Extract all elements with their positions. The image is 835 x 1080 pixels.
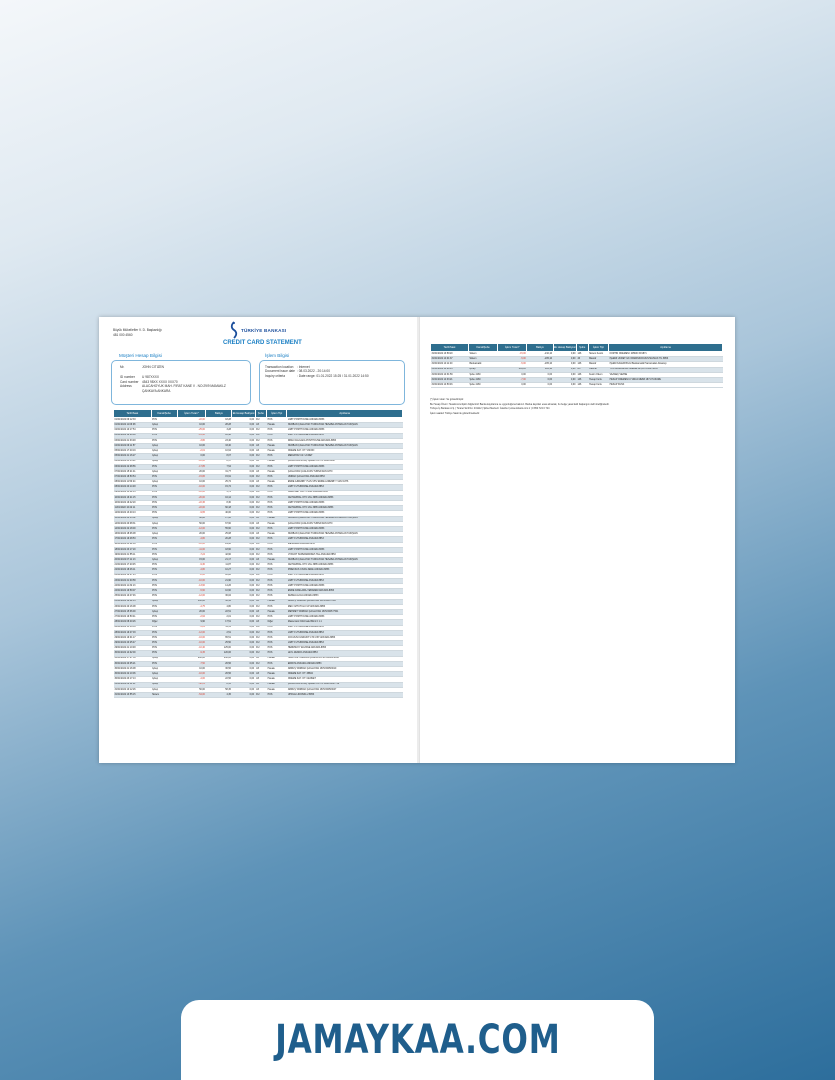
- customer-info-content: Mr. JOHN CITIZEN ID number U 987XXXX Card …: [120, 365, 234, 393]
- criteria-row: Inquiry criteria: Date range: 01.01.2022…: [265, 373, 369, 378]
- column-header: Tarih/Saat: [113, 409, 152, 418]
- table-cell: Hesap Kurtu: [588, 382, 609, 389]
- issuer-line-2: 481 000 4560: [113, 332, 133, 337]
- table-cell: 31/01/2022 13:55:15: [113, 692, 152, 699]
- column-header: Açıklama: [608, 343, 723, 352]
- bank-logo-icon: [230, 321, 238, 339]
- table-row: 31/01/2022 13:55:15 Sistem -54,00 4,45 0,00 D…: [113, 692, 403, 699]
- table-cell: 146: [576, 382, 589, 389]
- column-header: Şube: [575, 343, 589, 352]
- customer-name: JOHN CITIZEN: [142, 365, 164, 369]
- statement-page-1: Büyük Mükellefler V. D. Başkanlığı 481 0…: [99, 317, 417, 763]
- statement-sheet: Büyük Mükellefler V. D. Başkanlığı 481 0…: [99, 317, 735, 763]
- column-header: Bakiye: [526, 343, 554, 352]
- table-cell: 0,00: [231, 692, 256, 699]
- table-cell: UPFILE LIDINSKLU 8853: [286, 692, 403, 699]
- transactions-table-continued: Tarih/Saat Kanal/Şube İşlem Tutarı* Bakiye E…: [430, 343, 723, 389]
- table-cell: -54,00: [177, 692, 206, 699]
- column-header: Şube: [254, 409, 268, 418]
- watermark-banner: JAMAYKAA.COM: [181, 1000, 654, 1080]
- column-header: Bakiye: [205, 409, 233, 418]
- statement-info-content: Transaction location: Internet Document …: [265, 365, 369, 378]
- column-header: İşlem Tipi: [266, 409, 288, 418]
- column-header: Kanal/Şube: [150, 409, 178, 418]
- column-header: Açıklama: [286, 409, 403, 418]
- column-header: İşlem Tipi: [587, 343, 610, 352]
- column-header: Tarih/Saat: [430, 343, 469, 352]
- table-cell: POS: [266, 692, 287, 699]
- table-cell: HESAP KÜNK: [608, 382, 723, 389]
- table-cell: 31/01/2022 14:50:46: [430, 382, 469, 389]
- address-row: Address ALACAHOYUK MAH. FIRAT KANE V . NO…: [120, 384, 234, 393]
- watermark-text: JAMAYKAA.COM: [274, 1017, 561, 1063]
- table-row: 31/01/2022 14:50:46 Şube 4160 0,00 0,00 0,00…: [430, 382, 723, 389]
- column-header: Kanal/Şube: [467, 343, 499, 352]
- column-header: İşlem Tutarı*: [176, 409, 207, 418]
- table-header-row: Tarih/Saat Kanal/Şube İşlem Tutarı* Bakiye E…: [113, 409, 403, 418]
- bank-logo: TÜRKİYE BANKASI: [229, 321, 286, 339]
- table-cell: 0,00: [526, 382, 554, 389]
- note-line-4: İşlem saatleri Türkiye Saati ile gösteri…: [430, 411, 480, 415]
- table-body: 31/01/2022 13:59:20 Sistem -15,00 -210,10 0,…: [430, 351, 723, 389]
- statement-page-2: Tarih/Saat Kanal/Şube İşlem Tutarı* Bakiye E…: [419, 317, 735, 763]
- table-cell: Şube 4160: [468, 382, 498, 389]
- table-cell: 0,00: [553, 382, 577, 389]
- statement-info-box: Transaction location: Internet Document …: [259, 360, 405, 405]
- issuer-info: Büyük Mükellefler V. D. Başkanlığı 481 0…: [113, 328, 162, 337]
- statement-box-title: İşlem Bilgisi: [265, 353, 290, 358]
- statement-title: CREDIT CARD STATEMENT: [223, 340, 302, 346]
- customer-address: ALACAHOYUK MAH. FIRAT KANE V . NO:29/9 M…: [142, 384, 226, 393]
- table-cell: Sistem: [151, 692, 178, 699]
- table-cell: DU: [255, 692, 267, 699]
- table-body: 01/01/2022 09:12:33 POS -22,00 18,28 0,00 DU P…: [113, 417, 403, 699]
- customer-name-row: Mr. JOHN CITIZEN: [120, 365, 164, 369]
- column-header: İşlem Tutarı*: [497, 343, 528, 352]
- table-cell: 0,00: [497, 382, 527, 389]
- table-header-row: Tarih/Saat Kanal/Şube İşlem Tutarı* Bakiye E…: [430, 343, 723, 352]
- bank-logo-text: TÜRKİYE BANKASI: [241, 327, 287, 333]
- customer-info-box: Mr. JOHN CITIZEN ID number U 987XXXX Card …: [111, 360, 251, 405]
- table-cell: 4,45: [205, 692, 232, 699]
- customer-box-title: Müşteri Hesap Bilgisi: [119, 353, 162, 358]
- issuer-line-1: Büyük Mükellefler V. D. Başkanlığı: [113, 328, 162, 332]
- statement-notes: (*) İşlem tutarı: Su gösterilmiştir. Bu …: [430, 398, 723, 416]
- transactions-table: Tarih/Saat Kanal/Şube İşlem Tutarı* Bakiye E…: [113, 409, 403, 699]
- column-header: Ek Hesap Bakiyesi: [552, 343, 577, 352]
- transactions-table-wrap: Tarih/Saat Kanal/Şube İşlem Tutarı* Bakiye E…: [113, 409, 403, 699]
- column-header: Ek Hesap Bakiyesi: [231, 409, 256, 418]
